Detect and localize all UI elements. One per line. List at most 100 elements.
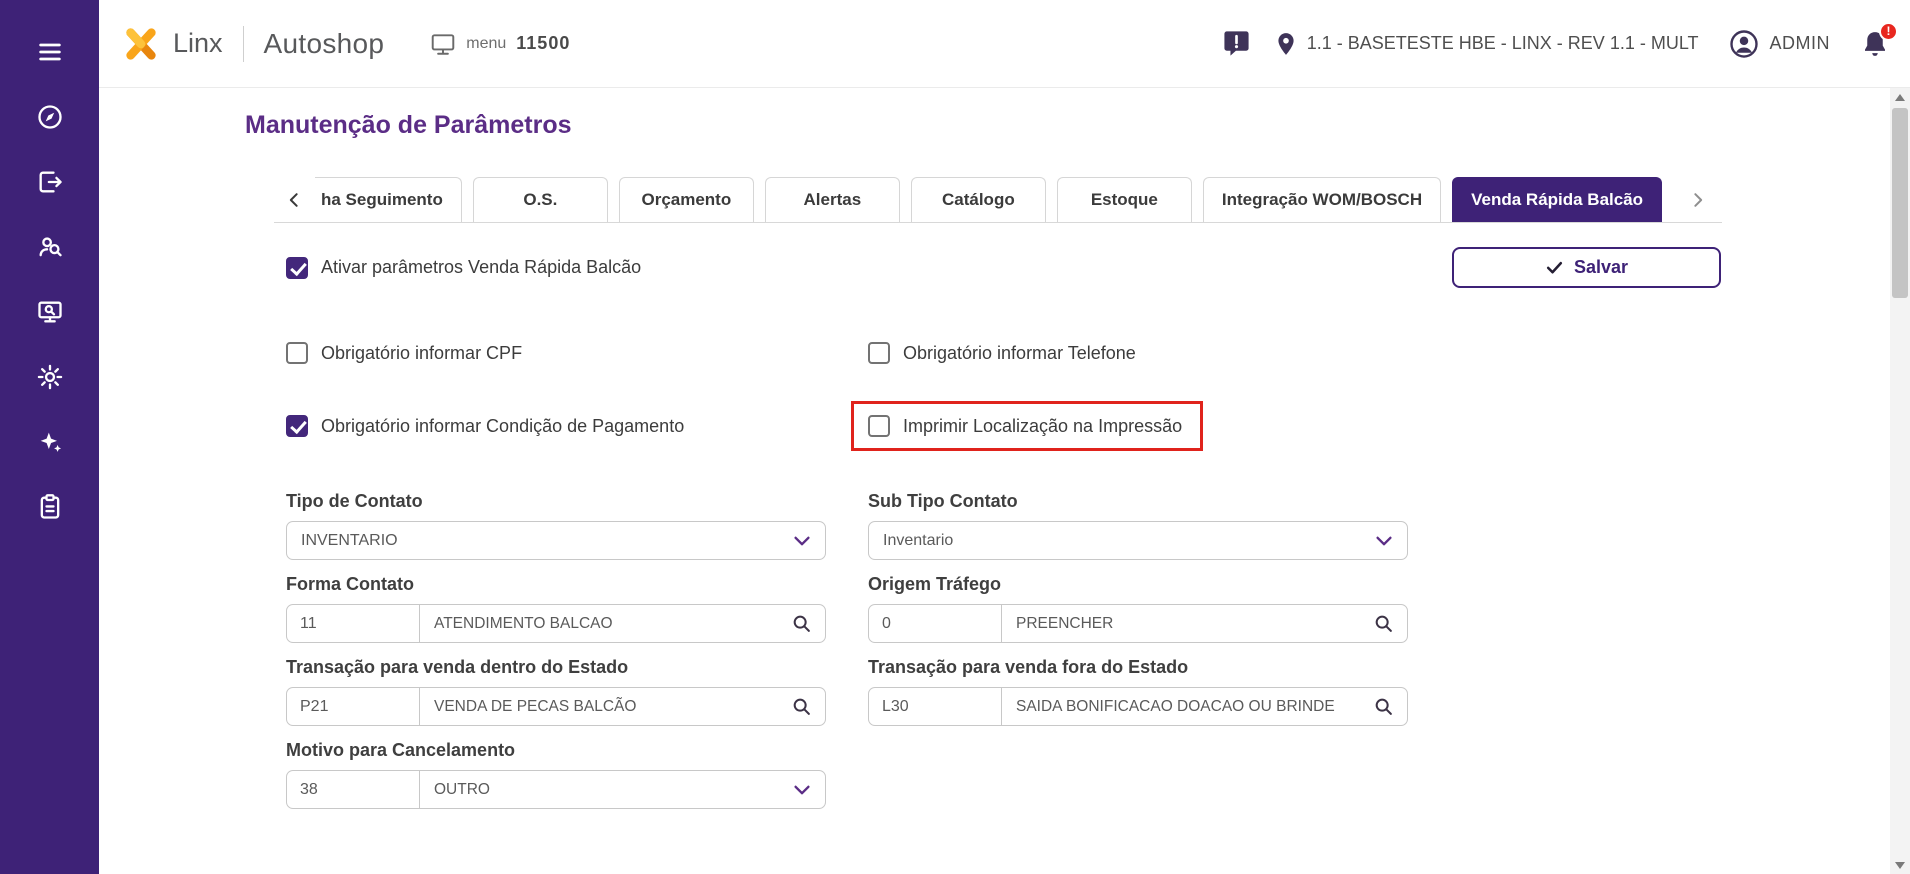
transacao-fora-code-input[interactable]: L30 <box>868 687 1002 726</box>
field-transacao-fora-estado: Transação para venda fora do Estado L30 … <box>868 657 1428 726</box>
tab-venda-rapida-balcao[interactable]: Venda Rápida Balcão <box>1452 177 1662 222</box>
tab-integracao-wom-bosch[interactable]: Integração WOM/BOSCH <box>1203 177 1441 222</box>
account-circle-icon <box>1729 29 1759 59</box>
main-content: Manutenção de Parâmetros ha Seguimento O… <box>99 88 1890 874</box>
app-window: Linx Autoshop menu 11500 1.1 - BASETESTE… <box>0 0 1910 874</box>
checkbox-label: Imprimir Localização na Impressão <box>903 416 1182 437</box>
sidebar-item-screen-search[interactable] <box>26 298 74 326</box>
checkbox-checked-icon[interactable] <box>286 415 308 437</box>
sidebar-item-export[interactable] <box>26 168 74 196</box>
checkbox-print-location[interactable]: Imprimir Localização na Impressão <box>868 415 1182 437</box>
checkbox-label: Obrigatório informar Telefone <box>903 343 1136 364</box>
forma-contato-code-input[interactable]: 11 <box>286 604 420 643</box>
checkbox-require-payment-condition[interactable]: Obrigatório informar Condição de Pagamen… <box>286 415 868 437</box>
checkbox-unchecked-icon[interactable] <box>286 342 308 364</box>
tab-strip: ha Seguimento O.S. Orçamento Alertas Cat… <box>274 177 1722 223</box>
forma-contato-search-button[interactable] <box>791 613 813 635</box>
scrollbar-thumb[interactable] <box>1892 108 1908 298</box>
transacao-dentro-description: VENDA DE PECAS BALCÃO <box>419 687 826 726</box>
check-icon <box>1545 258 1564 277</box>
tab-catalogo[interactable]: Catálogo <box>911 177 1046 222</box>
field-motivo-cancelamento: Motivo para Cancelamento 38 OUTRO <box>286 740 868 809</box>
tabs-scroll-right-button[interactable] <box>1676 177 1717 222</box>
lookup-description-text: SAIDA BONIFICACAO DOACAO OU BRINDE <box>1016 698 1335 716</box>
lookup-description-text: ATENDIMENTO BALCAO <box>434 615 613 633</box>
tab-estoque[interactable]: Estoque <box>1057 177 1192 222</box>
field-label: Transação para venda dentro do Estado <box>286 657 868 678</box>
transacao-fora-search-button[interactable] <box>1373 696 1395 718</box>
export-box-icon <box>36 168 64 196</box>
field-tipo-contato: Tipo de Contato INVENTARIO <box>286 491 868 560</box>
origem-trafego-search-button[interactable] <box>1373 613 1395 635</box>
tabs-scroll-left-button[interactable] <box>274 177 315 222</box>
checkbox-unchecked-icon[interactable] <box>868 342 890 364</box>
chevron-down-icon <box>791 779 813 801</box>
activate-save-row: Ativar parâmetros Venda Rápida Balcão Sa… <box>286 247 1721 288</box>
hamburger-menu-icon <box>36 38 64 66</box>
save-button-label: Salvar <box>1574 257 1628 278</box>
feedback-button[interactable] <box>1222 29 1251 58</box>
environment-label: 1.1 - BASETESTE HBE - LINX - REV 1.1 - M… <box>1307 33 1699 54</box>
sidebar-item-ai-assistant[interactable] <box>26 428 74 456</box>
origem-trafego-code-input[interactable]: 0 <box>868 604 1002 643</box>
tab-orcamento[interactable]: Orçamento <box>619 177 754 222</box>
user-name: ADMIN <box>1770 33 1831 54</box>
highlight-cell: Imprimir Localização na Impressão <box>868 401 1428 451</box>
sidebar <box>0 0 99 874</box>
field-row-3: Transação para venda dentro do Estado P2… <box>286 657 1890 740</box>
select-value: INVENTARIO <box>301 532 398 550</box>
save-button[interactable]: Salvar <box>1452 247 1721 288</box>
field-transacao-dentro-estado: Transação para venda dentro do Estado P2… <box>286 657 868 726</box>
checkbox-require-phone[interactable]: Obrigatório informar Telefone <box>868 342 1428 364</box>
red-highlight-rectangle: Imprimir Localização na Impressão <box>851 401 1203 451</box>
checkbox-unchecked-icon[interactable] <box>868 415 890 437</box>
sidebar-item-settings[interactable] <box>26 363 74 391</box>
scroll-up-arrow-icon[interactable] <box>1890 88 1910 106</box>
sidebar-item-tasks[interactable] <box>26 493 74 521</box>
monitor-search-icon <box>36 298 64 326</box>
select-value: Inventario <box>883 532 953 550</box>
linx-logo-icon <box>122 27 160 61</box>
chevron-left-icon <box>285 190 305 210</box>
chevron-down-icon <box>791 530 813 552</box>
forma-contato-description: ATENDIMENTO BALCAO <box>419 604 826 643</box>
notifications-button[interactable]: ! <box>1860 29 1890 59</box>
transacao-dentro-search-button[interactable] <box>791 696 813 718</box>
page-title: Manutenção de Parâmetros <box>245 110 1890 140</box>
scroll-down-arrow-icon[interactable] <box>1890 856 1910 874</box>
motivo-cancelamento-select[interactable]: OUTRO <box>419 770 826 809</box>
forma-contato-lookup: 11 ATENDIMENTO BALCAO <box>286 604 826 643</box>
checkbox-checked-icon[interactable] <box>286 257 308 279</box>
checkbox-activate-params[interactable]: Ativar parâmetros Venda Rápida Balcão <box>286 257 641 279</box>
tab-alertas[interactable]: Alertas <box>765 177 900 222</box>
lookup-description-text: PREENCHER <box>1016 615 1113 633</box>
clipboard-tasks-icon <box>36 493 64 521</box>
brand-name: Linx <box>173 28 223 59</box>
checkbox-row-2: Obrigatório informar Condição de Pagamen… <box>286 401 1890 451</box>
chat-alert-icon <box>1222 29 1251 58</box>
sidebar-item-explore[interactable] <box>26 103 74 131</box>
sparkles-icon <box>36 428 64 456</box>
sub-tipo-contato-select[interactable]: Inventario <box>868 521 1408 560</box>
tab-seguimento[interactable]: ha Seguimento <box>315 177 462 222</box>
transacao-fora-lookup: L30 SAIDA BONIFICACAO DOACAO OU BRINDE <box>868 687 1408 726</box>
origem-trafego-description: PREENCHER <box>1001 604 1408 643</box>
account-group[interactable]: ADMIN <box>1729 29 1831 59</box>
sidebar-hamburger-button[interactable] <box>26 38 74 66</box>
sidebar-item-customer-search[interactable] <box>26 233 74 261</box>
vertical-scrollbar[interactable] <box>1890 88 1910 874</box>
location-button[interactable] <box>1273 31 1299 57</box>
field-label: Transação para venda fora do Estado <box>868 657 1428 678</box>
motivo-cancelamento-code-input[interactable]: 38 <box>286 770 420 809</box>
form-area: Obrigatório informar CPF Obrigatório inf… <box>286 342 1890 823</box>
menu-word: menu <box>466 35 506 53</box>
transacao-dentro-code-input[interactable]: P21 <box>286 687 420 726</box>
person-search-icon <box>36 233 64 261</box>
tipo-contato-select[interactable]: INVENTARIO <box>286 521 826 560</box>
header-divider <box>243 26 244 62</box>
tab-os[interactable]: O.S. <box>473 177 608 222</box>
transacao-fora-description: SAIDA BONIFICACAO DOACAO OU BRINDE <box>1001 687 1408 726</box>
checkbox-require-cpf[interactable]: Obrigatório informar CPF <box>286 342 868 364</box>
tabs-container: ha Seguimento O.S. Orçamento Alertas Cat… <box>315 177 1662 222</box>
notification-badge: ! <box>1879 22 1898 41</box>
